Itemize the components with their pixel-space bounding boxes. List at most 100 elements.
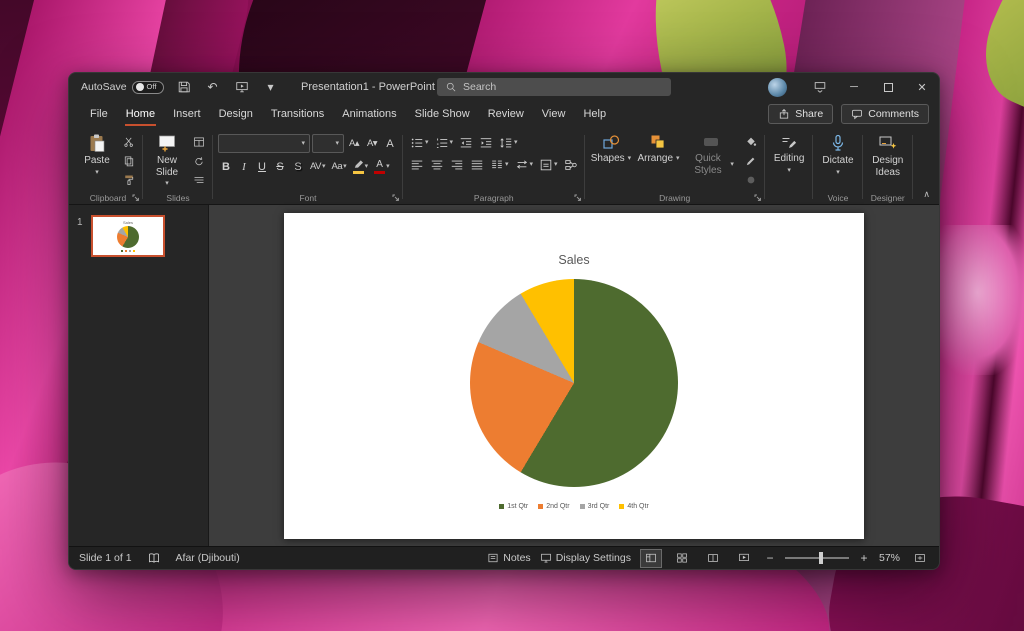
text-shadow-button[interactable]: S	[290, 158, 306, 175]
proofing-button[interactable]	[147, 551, 161, 565]
fit-slide-button[interactable]	[909, 549, 931, 568]
comments-button[interactable]: Comments	[841, 104, 929, 124]
zoom-in-button[interactable]: +	[858, 551, 870, 565]
dictate-button[interactable]: Dictate ▾	[818, 131, 857, 178]
save-button[interactable]	[175, 77, 193, 97]
character-spacing-button[interactable]: AV ▾	[308, 158, 327, 175]
chart-title[interactable]: Sales	[558, 253, 589, 267]
slideshow-view-button[interactable]	[733, 549, 755, 568]
maximize-button[interactable]	[871, 73, 905, 101]
shape-effects-button[interactable]	[742, 172, 760, 187]
font-color-button[interactable]: A ▾	[372, 158, 392, 175]
reset-slide-button[interactable]	[190, 153, 208, 168]
dropdown-icon: ▾	[365, 163, 369, 170]
justify-button[interactable]	[468, 156, 486, 173]
font-size-combobox[interactable]: ▾	[312, 134, 344, 153]
chart-legend[interactable]: 1st Qtr2nd Qtr3rd Qtr4th Qtr	[494, 503, 654, 510]
align-center-button[interactable]	[428, 156, 446, 173]
menu-tab-review[interactable]: Review	[479, 101, 533, 127]
close-button[interactable]: ✕	[905, 73, 939, 101]
display-settings-button[interactable]: Display Settings	[540, 552, 631, 564]
start-slideshow-button[interactable]	[233, 77, 251, 97]
autosave-toggle[interactable]: AutoSave Off	[81, 81, 164, 94]
undo-button[interactable]: ↶	[204, 77, 222, 97]
slide-thumbnail[interactable]: Sales	[91, 215, 165, 257]
menu-tab-transitions[interactable]: Transitions	[262, 101, 333, 127]
menu-tab-view[interactable]: View	[533, 101, 575, 127]
shape-fill-button[interactable]	[742, 134, 760, 149]
paragraph-dialog-launcher[interactable]	[574, 194, 582, 202]
text-direction-button[interactable]: ▾	[513, 156, 536, 173]
minimize-button[interactable]: ─	[837, 73, 871, 101]
underline-button[interactable]: U	[254, 158, 270, 175]
section-button[interactable]	[190, 172, 208, 187]
menu-right-buttons: Share Comments	[760, 104, 929, 124]
thumbnail-pie-chart	[117, 226, 139, 248]
columns-button[interactable]: ▾	[488, 156, 511, 173]
change-case-button[interactable]: Aa ▾	[329, 158, 348, 175]
text-highlight-button[interactable]: ▾	[351, 158, 371, 175]
font-dialog-launcher[interactable]	[392, 194, 400, 202]
slide-layout-button[interactable]	[190, 134, 208, 149]
slide-indicator[interactable]: Slide 1 of 1	[79, 552, 132, 564]
menu-tab-home[interactable]: Home	[117, 101, 164, 127]
language-button[interactable]: Afar (Djibouti)	[176, 552, 240, 564]
convert-to-smartart-button[interactable]	[562, 156, 580, 173]
clipboard-dialog-launcher[interactable]	[132, 194, 140, 202]
search-box[interactable]: Search	[437, 78, 671, 96]
slide-sorter-view-button[interactable]	[671, 549, 693, 568]
decrease-font-size-button[interactable]: A▾	[364, 135, 380, 152]
arrange-button[interactable]: Arrange ▾	[636, 131, 680, 167]
copy-button[interactable]	[120, 153, 138, 168]
align-left-button[interactable]	[408, 156, 426, 173]
decrease-indent-button[interactable]	[457, 134, 475, 151]
drawing-dialog-launcher[interactable]	[754, 194, 762, 202]
bullets-button[interactable]: ▾	[408, 134, 431, 151]
font-name-combobox[interactable]: ▾	[218, 134, 310, 153]
quick-styles-button[interactable]: Quick Styles ▾	[685, 131, 738, 178]
design-ideas-button[interactable]: Design Ideas	[868, 131, 908, 180]
zoom-slider-thumb[interactable]	[819, 552, 823, 564]
editing-button[interactable]: Editing ▾	[770, 131, 809, 176]
dropdown-icon: ▾	[628, 155, 632, 162]
zoom-slider[interactable]	[785, 557, 849, 559]
menu-tab-help[interactable]: Help	[574, 101, 615, 127]
collapse-ribbon-button[interactable]: ∧	[923, 189, 930, 200]
menu-tab-file[interactable]: File	[81, 101, 117, 127]
format-painter-button[interactable]	[120, 172, 138, 187]
menu-tab-insert[interactable]: Insert	[164, 101, 210, 127]
ribbon-display-options-button[interactable]	[803, 73, 837, 101]
strikethrough-button[interactable]: S	[272, 158, 288, 175]
zoom-level[interactable]: 57%	[879, 552, 900, 564]
new-slide-button[interactable]: New Slide ▾	[148, 131, 186, 189]
line-spacing-button[interactable]: ▾	[497, 134, 520, 151]
customize-quick-access-button[interactable]: ▾	[262, 77, 280, 97]
numbering-button[interactable]: ▾	[433, 134, 456, 151]
slide[interactable]: Sales 1st Qtr2nd Qtr3rd Qtr4th Qtr	[284, 213, 864, 539]
cut-button[interactable]	[120, 134, 138, 149]
menu-tab-design[interactable]: Design	[210, 101, 262, 127]
share-button[interactable]: Share	[768, 104, 833, 124]
reading-view-button[interactable]	[702, 549, 724, 568]
italic-button[interactable]: I	[236, 158, 252, 175]
normal-view-button[interactable]	[640, 549, 662, 568]
thumbnail-legend	[121, 250, 135, 252]
dropdown-icon: ▾	[322, 163, 326, 170]
user-avatar[interactable]	[768, 78, 787, 97]
menu-tab-slideshow[interactable]: Slide Show	[406, 101, 479, 127]
zoom-out-button[interactable]: −	[764, 551, 776, 565]
bullet-list-icon	[410, 136, 424, 150]
shape-outline-button[interactable]	[742, 153, 760, 168]
clear-formatting-button[interactable]: A	[382, 135, 398, 152]
align-right-button[interactable]	[448, 156, 466, 173]
pie-chart[interactable]	[470, 279, 678, 487]
increase-indent-button[interactable]	[477, 134, 495, 151]
shapes-button[interactable]: Shapes ▾	[590, 131, 633, 167]
menu-tab-animations[interactable]: Animations	[333, 101, 405, 127]
increase-font-size-button[interactable]: A▴	[346, 135, 362, 152]
bold-button[interactable]: B	[218, 158, 234, 175]
paste-button[interactable]: Paste ▾	[78, 131, 116, 178]
notes-button[interactable]: Notes	[487, 552, 530, 564]
align-text-button[interactable]: ▾	[537, 156, 560, 173]
autosave-switch[interactable]: Off	[132, 81, 164, 94]
